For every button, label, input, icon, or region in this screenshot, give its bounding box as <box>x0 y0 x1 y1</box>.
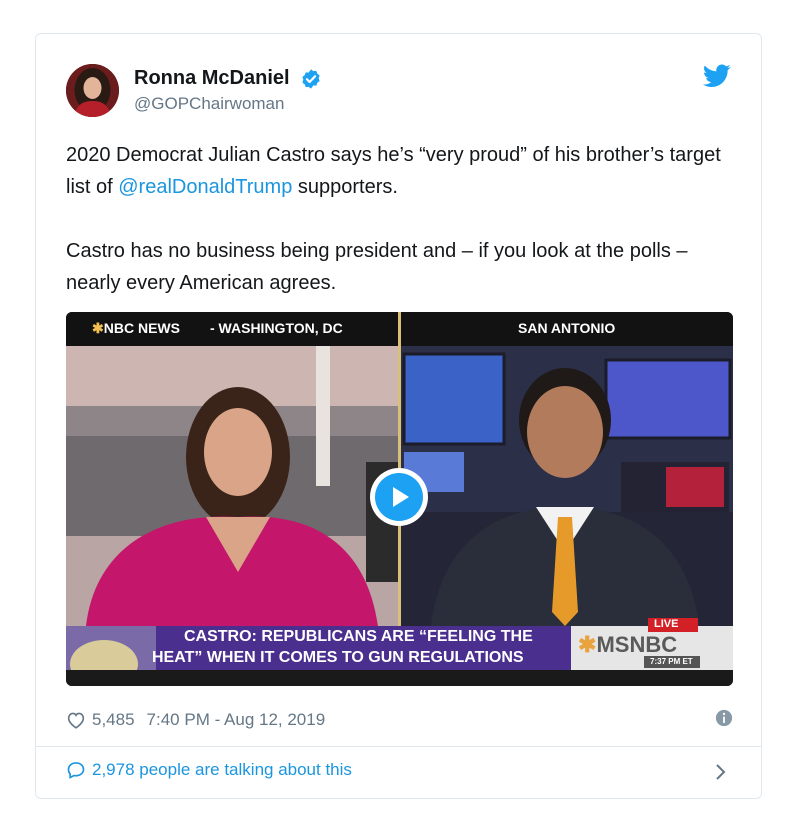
play-button[interactable] <box>370 468 428 526</box>
tweet-header: Ronna McDaniel @GOPChairwoman <box>66 64 731 124</box>
tweet-paragraph-2: Castro has no business being president a… <box>66 240 688 294</box>
divider <box>36 746 761 747</box>
tweet-card: Ronna McDaniel @GOPChairwoman 2020 Democ… <box>35 33 762 799</box>
tweet-stats: 5,485 7:40 PM - Aug 12, 2019 <box>66 707 325 733</box>
chevron-right-icon[interactable] <box>715 763 727 781</box>
speech-bubble-icon <box>67 762 85 779</box>
live-badge: LIVE <box>654 618 679 630</box>
network-label: ✱NBC NEWS <box>92 320 180 336</box>
mention-link[interactable]: @realDonaldTrump <box>118 176 292 198</box>
verified-badge-icon <box>302 68 320 89</box>
like-count[interactable]: 5,485 <box>92 710 135 730</box>
location-right: SAN ANTONIO <box>518 320 616 336</box>
handle[interactable]: @GOPChairwoman <box>134 94 322 114</box>
video-player[interactable]: ✱NBC NEWS - WASHINGTON, DC SAN ANTONIO C… <box>66 312 733 686</box>
display-name[interactable]: Ronna McDaniel <box>134 67 290 90</box>
chyron-line-2: HEAT” WHEN IT COMES TO GUN REGULATIONS <box>152 649 524 666</box>
talking-count[interactable]: 2,978 people are talking about this <box>92 760 352 780</box>
twitter-bird-icon[interactable] <box>703 64 731 88</box>
chyron-line-1: CASTRO: REPUBLICANS ARE “FEELING THE <box>184 628 533 645</box>
channel-logo: ✱MSNBC <box>578 632 678 657</box>
tweet-text: 2020 Democrat Julian Castro says he’s “v… <box>66 139 736 299</box>
conversation-link[interactable]: 2,978 people are talking about this <box>66 760 352 780</box>
avatar[interactable] <box>66 64 119 117</box>
timestamp[interactable]: 7:40 PM - Aug 12, 2019 <box>147 710 326 730</box>
clock-label: 7:37 PM ET <box>650 657 693 666</box>
heart-icon[interactable] <box>66 711 86 729</box>
tweet-paragraph-1: 2020 Democrat Julian Castro says he’s “v… <box>66 144 721 198</box>
author-block: Ronna McDaniel @GOPChairwoman <box>134 67 322 114</box>
info-icon[interactable] <box>715 709 733 727</box>
play-icon <box>375 473 423 521</box>
location-left: - WASHINGTON, DC <box>210 320 343 336</box>
